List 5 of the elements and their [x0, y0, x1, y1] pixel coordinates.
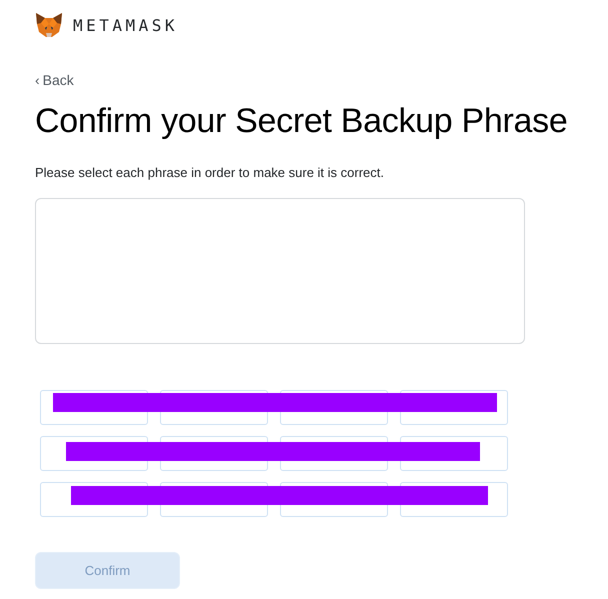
instruction-text: Please select each phrase in order to make sure it is correct. [35, 165, 385, 180]
page-title: Confirm your Secret Backup Phrase [35, 102, 568, 141]
back-link[interactable]: ‹ Back [35, 72, 74, 88]
fox-logo-icon [35, 12, 63, 38]
brand-name: METAMASK [73, 16, 178, 34]
